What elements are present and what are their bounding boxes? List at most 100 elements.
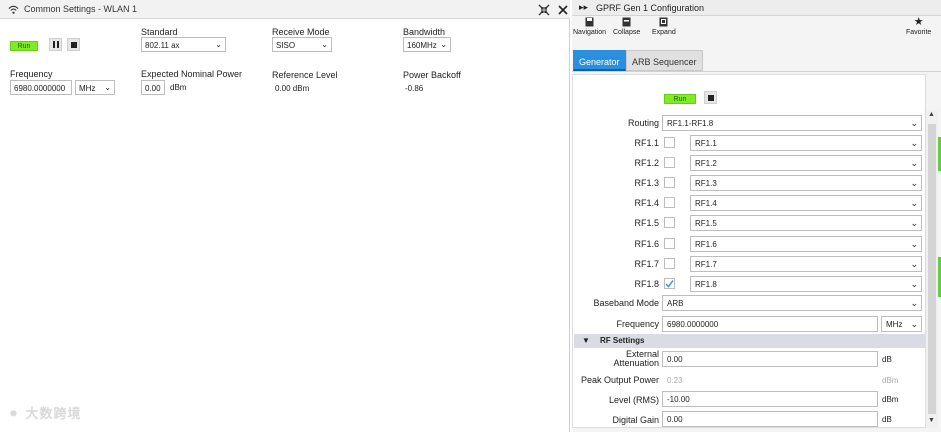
standard-value: 802.11 ax: [145, 41, 180, 50]
double-arrow-icon[interactable]: ▸▸: [579, 2, 588, 13]
watermark-text: 大数跨境: [25, 407, 82, 422]
rf-port-checkbox[interactable]: [664, 157, 675, 169]
expand-button[interactable]: Expand: [652, 17, 676, 43]
rf-port-select[interactable]: RF1.1 ⌄: [690, 135, 922, 151]
level-rms-unit: dBm: [882, 395, 899, 404]
external-attenuation-label-line2: Attenuation: [613, 358, 659, 368]
routing-select[interactable]: RF1.1-RF1.8 ⌄: [662, 115, 922, 131]
rf-port-label: RF1.3: [634, 178, 659, 189]
rf-port-select[interactable]: RF1.3 ⌄: [690, 175, 922, 192]
external-attenuation-input[interactable]: 0.00: [662, 351, 878, 367]
rf-port-value: RF1.5: [695, 219, 717, 229]
chevron-down-icon: ⌄: [910, 118, 918, 128]
level-rms-value: -10.00: [667, 395, 690, 404]
gprf-titlebar: ▸▸ GPRF Gen 1 Configuration: [572, 0, 941, 16]
rf-settings-section-header[interactable]: ▼ RF Settings: [574, 334, 925, 348]
watermark-logo: ⚫ 大数跨境: [8, 403, 81, 422]
rf-port-checkbox[interactable]: [664, 177, 675, 189]
rf-port-select[interactable]: RF1.2 ⌄: [690, 155, 922, 172]
checkmark-icon: [665, 279, 674, 288]
rf-port-checkbox[interactable]: [664, 137, 675, 148]
chevron-down-icon: ⌄: [440, 40, 447, 49]
tab-arb-sequencer[interactable]: ARB Sequencer: [626, 50, 703, 71]
rf-port-value: RF1.3: [695, 179, 717, 189]
reference-level-value: 0.00 dBm: [275, 84, 310, 93]
rf-port-select[interactable]: RF1.7 ⌄: [690, 255, 922, 272]
frequency-input[interactable]: 6980.0000000: [10, 80, 72, 95]
gprf-configuration-panel: ▸▸ GPRF Gen 1 Configuration Navigation C…: [572, 0, 941, 432]
rf-port-value: RF1.6: [695, 239, 717, 249]
chevron-down-icon: ⌄: [910, 178, 918, 189]
rf-settings-title: RF Settings: [600, 336, 645, 345]
baseband-mode-select[interactable]: ARB ⌄: [662, 295, 922, 311]
rf-port-select[interactable]: RF1.6 ⌄: [690, 235, 922, 252]
generator-run-button[interactable]: Run: [664, 94, 696, 104]
rf-port-checkbox[interactable]: [664, 257, 675, 269]
baseband-mode-value: ARB: [667, 299, 684, 308]
power-backoff-value: -0.86: [405, 84, 424, 93]
stop-button[interactable]: [67, 38, 80, 51]
bandwidth-label: Bandwidth: [403, 27, 446, 37]
save-icon: [585, 17, 594, 27]
rf-port-value: RF1.7: [695, 259, 717, 269]
digital-gain-input[interactable]: 0.00: [662, 411, 878, 427]
gprf-title: GPRF Gen 1 Configuration: [596, 3, 705, 13]
rf-port-select[interactable]: RF1.4 ⌄: [690, 195, 922, 212]
vertical-scrollbar[interactable]: ▲ ▼: [926, 110, 938, 428]
chevron-down-icon: ⌄: [910, 278, 918, 289]
star-icon: ★: [913, 16, 924, 28]
rf-port-select[interactable]: RF1.5 ⌄: [690, 215, 922, 232]
tab-generator[interactable]: Generator: [573, 50, 626, 71]
rf-port-checkbox[interactable]: [664, 217, 675, 229]
standard-label: Standard: [141, 27, 178, 37]
favorite-label: Favorite: [906, 29, 932, 36]
panel-title: Common Settings - WLAN 1: [24, 4, 138, 14]
rf-port-select[interactable]: RF1.8 ⌄: [690, 275, 922, 292]
level-rms-label: Level (RMS): [608, 395, 659, 405]
rf-port-value: RF1.2: [695, 159, 717, 169]
chevron-down-icon: ⌄: [215, 40, 222, 49]
navigation-label: Navigation: [573, 29, 607, 36]
generator-stop-button[interactable]: [704, 91, 717, 104]
scroll-up-arrow-icon[interactable]: ▲: [928, 111, 935, 118]
chevron-down-icon: ⌄: [104, 83, 111, 92]
pause-button[interactable]: [49, 38, 62, 51]
chevron-down-icon: ⌄: [910, 158, 918, 169]
receive-mode-value: SISO: [276, 41, 296, 50]
bandwidth-select[interactable]: 160MHz ⌄: [403, 37, 451, 52]
run-button[interactable]: Run: [10, 41, 38, 51]
scroll-down-arrow-icon[interactable]: ▼: [928, 417, 935, 424]
gen-frequency-unit-select[interactable]: MHz ⌄: [881, 316, 922, 332]
rf-port-value: RF1.1: [695, 139, 717, 148]
generator-content: Run Routing RF1.1-RF1.8 ⌄ RF1.1 RF1.1 ⌄ RF1…: [572, 74, 926, 428]
frequency-value: 6980.0000000: [14, 84, 66, 93]
digital-gain-unit: dB: [882, 415, 892, 424]
common-settings-panel: Common Settings - WLAN 1 Run Standard 80…: [0, 0, 570, 432]
favorite-button[interactable]: ★ Favorite: [906, 17, 931, 43]
level-rms-input[interactable]: -10.00: [662, 391, 878, 407]
reference-level-label: Reference Level: [272, 70, 338, 80]
rf-port-label: RF1.1: [634, 138, 659, 148]
frequency-unit: MHz: [79, 84, 96, 93]
receive-mode-select[interactable]: SISO ⌄: [272, 37, 332, 52]
digital-gain-value: 0.00: [667, 415, 683, 424]
peak-output-power-unit: dBm: [882, 376, 899, 385]
stop-icon: [70, 41, 77, 48]
rf-port-checkbox[interactable]: [664, 237, 675, 249]
rf-port-checkbox[interactable]: [664, 277, 675, 289]
navigation-button[interactable]: Navigation: [573, 17, 606, 43]
scrollbar-thumb[interactable]: [928, 124, 936, 414]
expected-nominal-power-input[interactable]: 0.00: [141, 80, 165, 95]
collapse-arrows-icon[interactable]: [537, 3, 550, 16]
standard-select[interactable]: 802.11 ax ⌄: [141, 37, 226, 52]
rf-port-checkbox[interactable]: [664, 197, 675, 209]
frequency-unit-select[interactable]: MHz ⌄: [75, 80, 115, 95]
receive-mode-label: Receive Mode: [272, 27, 330, 37]
collapse-button[interactable]: Collapse: [613, 17, 640, 43]
rf-port-label: RF1.4: [634, 198, 659, 209]
rf-port-value: RF1.4: [695, 199, 717, 209]
close-icon[interactable]: [556, 3, 569, 16]
expected-nominal-power-unit: dBm: [170, 83, 187, 92]
gen-frequency-input[interactable]: 6980.0000000: [662, 316, 878, 332]
chevron-down-icon: ⌄: [910, 238, 918, 249]
